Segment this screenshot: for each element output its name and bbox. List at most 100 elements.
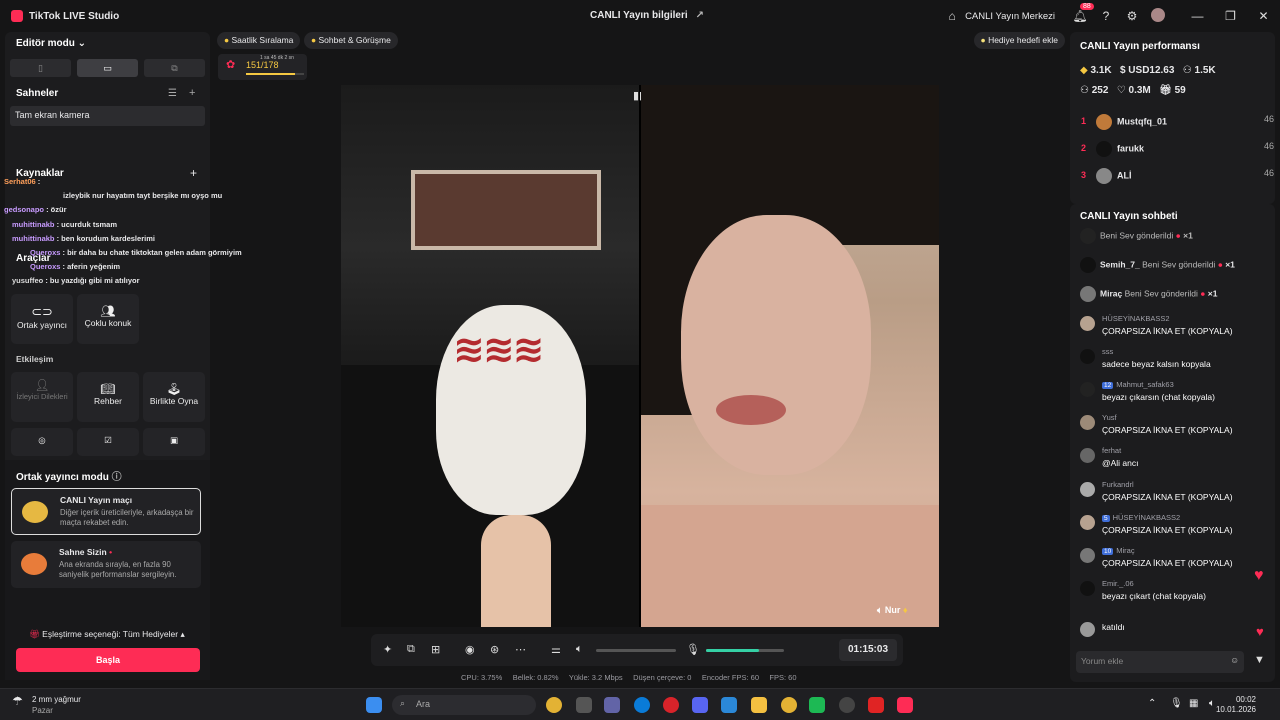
layout-icon[interactable]: ⊞ <box>431 643 440 656</box>
add-scene-icon[interactable]: + <box>189 87 195 99</box>
stage-card[interactable]: Sahne Sizin • Ana ekranda sırayla, en fa… <box>11 541 201 588</box>
gift-count: ×1 <box>1225 259 1235 270</box>
scenes-title: Sahneler <box>16 88 59 99</box>
overlay-chat: Serhat06 : izleybik nur hayatım tayt ber… <box>4 175 244 289</box>
tray-volume-icon[interactable]: 🔈︎ <box>1209 698 1215 709</box>
live-info-button[interactable]: CANLI Yayın bilgileri ↗ <box>590 10 704 21</box>
live-center-button[interactable]: CANLI Yayın Merkezi <box>965 11 1055 22</box>
volume-icon[interactable]: 🔈︎ <box>576 643 583 656</box>
rose-icon: ● <box>1175 230 1181 241</box>
settings-sliders-icon[interactable]: ⚌ <box>551 643 561 656</box>
discord-icon[interactable] <box>692 697 708 713</box>
dual-mode-button[interactable]: ⧉ <box>144 59 205 77</box>
match-option-dropdown[interactable]: 🎁︎ Eşleştirme seçeneği: Tüm Hediyeler ▴ <box>29 629 185 640</box>
effects-icon[interactable]: ⊛ <box>490 643 499 656</box>
emoji-icon[interactable]: ☺ <box>1230 655 1239 665</box>
viewer-wishes-button[interactable]: 👤︎ İzleyici Dilekleri <box>11 372 73 422</box>
guest-label: 🔈︎ Nur ♦ <box>877 605 908 616</box>
app-green-icon[interactable] <box>809 697 825 713</box>
chat-call-chip[interactable]: ● Sohbet & Görüşme <box>304 32 398 49</box>
gift-user: Miraç <box>1100 288 1123 299</box>
ranking-row[interactable]: 2 farukk 46 <box>1076 141 1274 157</box>
close-icon[interactable]: ✕ <box>1247 9 1280 23</box>
opera-icon[interactable] <box>663 697 679 713</box>
magic-wand-icon[interactable]: ✦ <box>383 643 392 656</box>
ranking-row[interactable]: 1 Mustqfq_01 46 <box>1076 114 1274 130</box>
multi-guest-button[interactable]: 👥︎ Çoklu konuk <box>77 294 139 344</box>
youtube-icon[interactable] <box>868 697 884 713</box>
share-icon[interactable]: ↗ <box>696 10 704 21</box>
app-gray-icon[interactable] <box>839 697 855 713</box>
tool-button-5[interactable]: ☑ <box>77 428 139 456</box>
taskbar-clock[interactable]: 00:02 10.01.2026 <box>1216 695 1256 715</box>
screen-add-icon[interactable]: ⧉ <box>407 643 415 656</box>
chat-call-label: Sohbet & Görüşme <box>318 35 391 45</box>
gift-goal-widget: ✿ 151/178 1 sa 45 dk 2 sn <box>218 54 307 80</box>
tray-network-icon[interactable]: ▦ <box>1189 698 1198 709</box>
metrics-row-2: ⚇ 252 ♡ 0.3M 🎁︎ 59 <box>1080 85 1186 96</box>
teams-icon[interactable] <box>604 697 620 713</box>
landscape-mode-button[interactable]: ▭ <box>77 59 138 77</box>
gift-row: Miraç Beni Sev gönderildi ● ×1 <box>1080 286 1217 302</box>
upload-stat: Yükle: 3.2 Mbps <box>568 673 623 682</box>
gear-icon[interactable]: ⚙ <box>1119 9 1145 23</box>
avatar <box>1080 349 1095 364</box>
tray-chevron-icon[interactable]: ⌃ <box>1148 698 1156 709</box>
level-badge: 12 <box>1102 382 1114 389</box>
overlay-text: : aferin yeğenim <box>60 262 121 272</box>
hourly-ranking-chip[interactable]: ● Saatlik Sıralama <box>217 32 301 49</box>
help-icon[interactable]: ? <box>1093 9 1119 23</box>
video-preview[interactable]: ≋≋≋ ▮▮▮ 🔈︎ Nur ♦ <box>341 85 939 627</box>
start-button[interactable]: Başla <box>16 648 200 672</box>
overlay-text: izleybik nur hayatım tayt berşike mı oyş… <box>63 191 223 201</box>
avatar <box>1080 548 1095 563</box>
rank-count: 46 <box>1264 141 1275 151</box>
microphone-icon[interactable]: 🎙︎ <box>686 643 700 656</box>
box-icon: ▣ <box>169 435 179 445</box>
avatar <box>1080 482 1095 497</box>
gifters-metric: 59 <box>1174 85 1186 96</box>
joystick-icon: 🕹︎ <box>166 382 182 396</box>
folder-icon[interactable] <box>751 697 767 713</box>
info-icon[interactable]: ⓘ <box>112 472 122 483</box>
editor-mode-dropdown[interactable]: Editör modu ⌄ <box>16 38 86 49</box>
volume-slider[interactable] <box>596 649 676 652</box>
guide-button[interactable]: 📖︎ Rehber <box>77 372 139 422</box>
play-together-button[interactable]: 🕹︎ Birlikte Oyna <box>143 372 205 422</box>
edge-icon[interactable] <box>634 697 650 713</box>
cohost-button[interactable]: ⊂⊃ Ortak yayıncı <box>11 294 73 344</box>
scene-item[interactable]: Tam ekran kamera <box>10 106 205 126</box>
mail-icon[interactable] <box>721 697 737 713</box>
ranking-row[interactable]: 3 ALİ 46 <box>1076 168 1274 184</box>
record-icon[interactable]: ◉ <box>465 643 475 656</box>
tray-mic-icon[interactable]: 🎙︎ <box>1170 698 1183 709</box>
comment-input[interactable]: Yorum ekle ☺ <box>1076 651 1244 673</box>
mic-level-slider[interactable] <box>706 649 784 652</box>
tool-button-6[interactable]: ▣ <box>143 428 205 456</box>
filter-icon[interactable]: ▼ <box>1254 654 1265 666</box>
task-view-icon[interactable] <box>576 697 592 713</box>
list-icon[interactable]: ☰ <box>168 88 177 99</box>
more-icon[interactable]: ⋯ <box>515 643 526 656</box>
live-match-card[interactable]: CANLI Yayın maçı Diğer içerik üreticiler… <box>11 488 201 535</box>
gift-goal-chip[interactable]: ● Hediye hedefi ekle <box>973 32 1065 49</box>
chrome-icon[interactable] <box>546 697 562 713</box>
join-text: katıldı <box>1102 622 1125 632</box>
tool-button-4[interactable]: ◎ <box>11 428 73 456</box>
chat-user: Miraç <box>1116 546 1135 555</box>
overlay-text: : ben korudum kardeslerimi <box>54 233 155 243</box>
minimize-icon[interactable]: — <box>1181 9 1214 23</box>
gift-icon: ✿ <box>226 59 236 71</box>
chat-text: ÇORAPSIZA İKNA ET (KOPYALA) <box>1102 492 1233 502</box>
chat-text: ÇORAPSIZA İKNA ET (KOPYALA) <box>1102 425 1233 435</box>
windows-start-icon[interactable] <box>366 697 382 713</box>
maximize-icon[interactable]: ❐ <box>1214 9 1247 23</box>
avatar[interactable] <box>1145 7 1171 25</box>
taskbar-search[interactable]: ⌕ Ara <box>392 695 536 715</box>
weather-widget[interactable]: ☂ 2 mm yağmur Pazar <box>12 694 81 716</box>
tiktok-studio-icon[interactable] <box>897 697 913 713</box>
bell-icon[interactable]: 🔔︎ 88 <box>1067 3 1094 23</box>
portrait-mode-button[interactable]: ▯ <box>10 59 71 77</box>
chrome-2-icon[interactable] <box>781 697 797 713</box>
speaker-icon[interactable]: 🔈︎ <box>877 605 882 615</box>
